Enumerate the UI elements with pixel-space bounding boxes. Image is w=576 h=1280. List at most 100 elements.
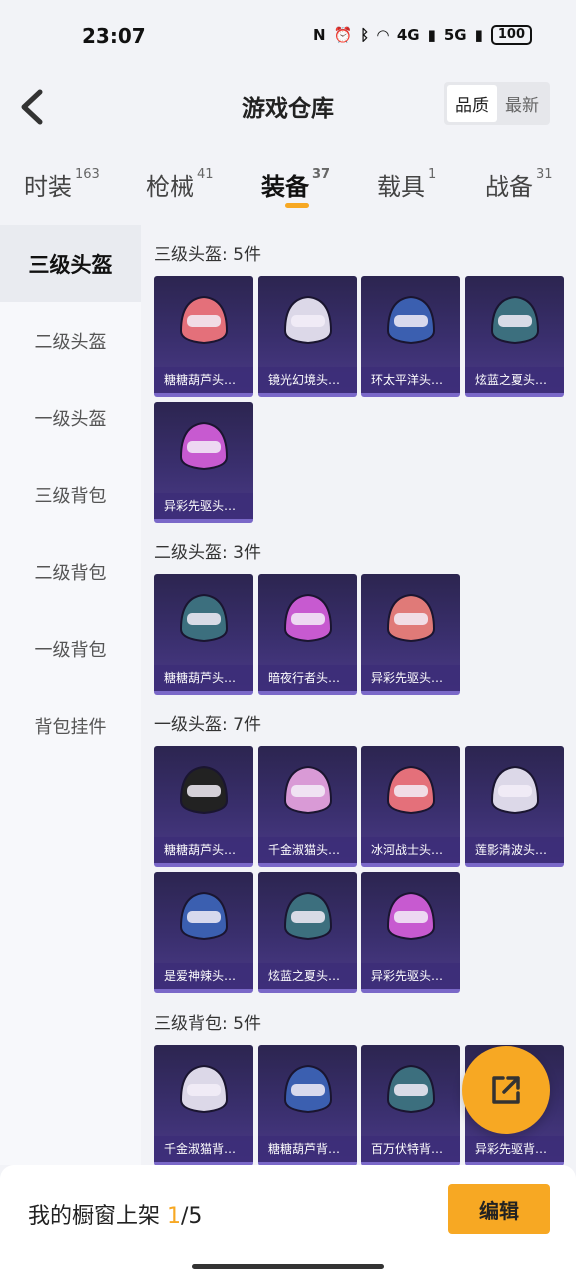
- sidebar: 三级头盔 二级头盔 一级头盔 三级背包 二级背包 一级背包 背包挂件: [0, 225, 141, 1165]
- item-name: 异彩先驱头…: [361, 963, 460, 989]
- tab-guns[interactable]: 枪械 41: [146, 167, 214, 202]
- item-card[interactable]: 炫蓝之夏头…: [465, 276, 564, 397]
- tab-equipment[interactable]: 装备 37: [261, 167, 330, 202]
- sidebar-item-lvl1-backpack[interactable]: 一级背包: [0, 610, 141, 687]
- tab-label: 战备: [485, 173, 533, 201]
- item-name: 百万伏特背…: [361, 1136, 460, 1162]
- showcase-current-count: 1: [167, 1204, 181, 1229]
- sidebar-item-lvl3-helmet[interactable]: 三级头盔: [0, 225, 141, 302]
- section-title: 三级头盔: 5件: [154, 245, 261, 265]
- item-card[interactable]: 异彩先驱头…: [361, 872, 460, 993]
- item-card[interactable]: 是爱神辣头…: [154, 872, 253, 993]
- item-card[interactable]: 炫蓝之夏头…: [258, 872, 357, 993]
- showcase-total: /5: [181, 1204, 203, 1229]
- item-card[interactable]: 冰河战士头…: [361, 746, 460, 867]
- item-card[interactable]: 百万伏特背…: [361, 1045, 460, 1165]
- section-title: 三级背包: 5件: [154, 1014, 261, 1034]
- tab-supplies[interactable]: 战备 31: [485, 167, 553, 202]
- helmet-icon: [283, 891, 333, 941]
- edit-button[interactable]: 编辑: [448, 1184, 550, 1234]
- item-card[interactable]: 糖糖葫芦头…: [154, 574, 253, 695]
- item-card[interactable]: 糖糖葫芦头…: [154, 276, 253, 397]
- item-card[interactable]: 异彩先驱头…: [361, 574, 460, 695]
- helmet-icon: [283, 295, 333, 345]
- signal-icon: ▮: [474, 26, 483, 44]
- sidebar-item-backpack-charm[interactable]: 背包挂件: [0, 687, 141, 764]
- share-button[interactable]: [462, 1046, 550, 1134]
- item-card[interactable]: 暗夜行者头…: [258, 574, 357, 695]
- helmet-icon: [386, 593, 436, 643]
- network-5g-label: 5G: [443, 26, 467, 44]
- item-name: 莲影清波头…: [465, 837, 564, 863]
- item-card[interactable]: 镜光幻境头…: [258, 276, 357, 397]
- item-list: 三级头盔: 5件 糖糖葫芦头… 镜光幻境头… 环太平洋头… 炫蓝之夏头… 异彩先驱头… 二级…: [141, 225, 576, 1165]
- item-name: 千金淑猫背…: [154, 1136, 253, 1162]
- backpack-icon: [386, 1064, 436, 1114]
- helmet-icon: [283, 593, 333, 643]
- item-name: 镜光幻境头…: [258, 367, 357, 393]
- item-card[interactable]: 莲影清波头…: [465, 746, 564, 867]
- network-4g-label: 4G: [396, 26, 420, 44]
- tab-label: 装备: [261, 173, 309, 201]
- helmet-icon: [179, 891, 229, 941]
- helmet-icon: [386, 295, 436, 345]
- sidebar-item-lvl2-backpack[interactable]: 二级背包: [0, 533, 141, 610]
- alarm-icon: ⏰: [333, 26, 353, 44]
- home-indicator: [192, 1264, 384, 1269]
- signal-icon: ▮: [427, 26, 436, 44]
- item-card[interactable]: 千金淑猫头…: [258, 746, 357, 867]
- item-name: 异彩先驱头…: [361, 665, 460, 691]
- tab-count: 31: [536, 167, 553, 182]
- item-name: 糖糖葫芦头…: [154, 837, 253, 863]
- tab-count: 163: [75, 167, 100, 182]
- sidebar-item-lvl3-backpack[interactable]: 三级背包: [0, 456, 141, 533]
- category-tabs: 时装 163 枪械 41 装备 37 载具 1 战备 31: [0, 155, 576, 225]
- sort-newest-button[interactable]: 最新: [497, 85, 547, 122]
- helmet-icon: [490, 295, 540, 345]
- item-name: 炫蓝之夏头…: [465, 367, 564, 393]
- status-icons: N ⏰ ᛒ ◠ 4G ▮ 5G ▮ 100: [313, 25, 532, 45]
- backpack-icon: [283, 1064, 333, 1114]
- section-title: 二级头盔: 3件: [154, 543, 261, 563]
- bluetooth-icon: ᛒ: [360, 26, 370, 44]
- item-name: 异彩先驱头…: [154, 493, 253, 519]
- item-card[interactable]: 环太平洋头…: [361, 276, 460, 397]
- sidebar-item-lvl2-helmet[interactable]: 二级头盔: [0, 302, 141, 379]
- item-card[interactable]: 千金淑猫背…: [154, 1045, 253, 1165]
- external-link-icon: [492, 1076, 520, 1104]
- section-title: 一级头盔: 7件: [154, 715, 261, 735]
- item-name: 糖糖葫芦背…: [258, 1136, 357, 1162]
- nfc-icon: N: [313, 26, 326, 44]
- item-name: 是爱神辣头…: [154, 963, 253, 989]
- helmet-icon: [386, 891, 436, 941]
- helmet-icon: [179, 593, 229, 643]
- item-name: 千金淑猫头…: [258, 837, 357, 863]
- tab-count: 1: [428, 167, 437, 182]
- helmet-icon: [490, 765, 540, 815]
- tab-fashion[interactable]: 时装 163: [24, 167, 100, 202]
- tab-vehicles[interactable]: 载具 1: [377, 167, 436, 202]
- tab-label: 时装: [24, 173, 72, 201]
- item-card[interactable]: 异彩先驱头…: [154, 402, 253, 523]
- item-card[interactable]: 糖糖葫芦背…: [258, 1045, 357, 1165]
- helmet-icon: [283, 765, 333, 815]
- item-name: 环太平洋头…: [361, 367, 460, 393]
- wifi-icon: ◠: [377, 26, 389, 44]
- active-tab-indicator: [285, 203, 309, 208]
- tab-count: 37: [312, 167, 331, 182]
- tab-count: 41: [197, 167, 214, 182]
- sidebar-item-lvl1-helmet[interactable]: 一级头盔: [0, 379, 141, 456]
- showcase-label: 我的橱窗上架: [28, 1204, 167, 1229]
- item-name: 糖糖葫芦头…: [154, 367, 253, 393]
- header: 游戏仓库 品质 最新: [0, 72, 576, 142]
- item-name: 冰河战士头…: [361, 837, 460, 863]
- item-name: 暗夜行者头…: [258, 665, 357, 691]
- item-card[interactable]: 糖糖葫芦头…: [154, 746, 253, 867]
- battery-icon: 100: [490, 25, 532, 45]
- helmet-icon: [179, 765, 229, 815]
- status-time: 23:07: [82, 24, 146, 48]
- helmet-icon: [179, 295, 229, 345]
- showcase-status: 我的橱窗上架 1/5: [28, 1198, 202, 1230]
- item-name: 糖糖葫芦头…: [154, 665, 253, 691]
- sort-quality-button[interactable]: 品质: [447, 85, 497, 122]
